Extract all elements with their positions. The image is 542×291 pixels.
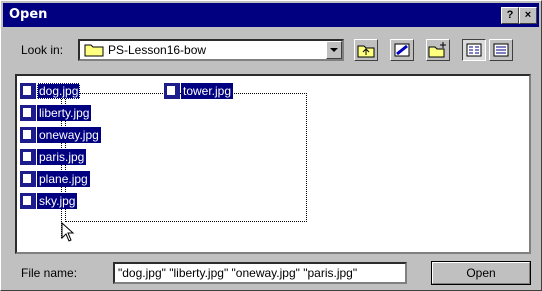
file-list[interactable]: dog.jpg liberty.jpg oneway.jpg paris.jpg… — [15, 74, 531, 254]
up-one-level-button[interactable] — [354, 39, 378, 61]
create-new-folder-button[interactable] — [426, 39, 450, 61]
file-name-label: File name: — [21, 266, 78, 280]
image-file-icon — [164, 83, 180, 99]
look-in-label: Look in: — [21, 43, 64, 57]
file-name: dog.jpg — [37, 83, 81, 99]
folder-icon — [84, 44, 104, 57]
open-button[interactable]: Open — [431, 261, 531, 285]
help-button[interactable]: ? — [501, 7, 519, 24]
image-file-icon — [20, 193, 36, 209]
details-view-button[interactable] — [489, 39, 513, 61]
file-name: liberty.jpg — [37, 105, 92, 121]
list-view-icon — [466, 43, 482, 57]
image-file-icon — [20, 127, 36, 143]
chevron-down-icon[interactable] — [326, 41, 342, 59]
up-folder-icon — [357, 45, 375, 58]
desktop-icon — [394, 43, 410, 57]
desktop-button[interactable] — [390, 39, 414, 61]
file-name: paris.jpg — [37, 149, 87, 165]
list-view-button[interactable] — [462, 39, 486, 61]
file-name: tower.jpg — [181, 83, 234, 99]
open-button-label: Open — [466, 266, 496, 280]
image-file-icon — [20, 105, 36, 121]
new-folder-icon — [428, 42, 446, 58]
image-file-icon — [20, 149, 36, 165]
title-bar: Open ? × — [3, 3, 539, 27]
file-name: oneway.jpg — [37, 127, 101, 143]
close-button[interactable]: × — [519, 7, 537, 24]
look-in-value: PS-Lesson16-bow — [108, 43, 207, 57]
arrow-cursor-icon — [61, 222, 75, 242]
open-dialog: Open ? × Look in: PS-Lesson16-bow dog.jp… — [0, 0, 542, 291]
file-name-input[interactable]: "dog.jpg" "liberty.jpg" "oneway.jpg" "pa… — [113, 262, 407, 284]
selection-marquee — [65, 93, 307, 222]
image-file-icon — [20, 171, 36, 187]
file-name: plane.jpg — [37, 171, 90, 187]
file-name: sky.jpg — [37, 193, 78, 209]
window-title: Open — [9, 7, 48, 22]
image-file-icon — [20, 83, 36, 99]
details-view-icon — [493, 43, 509, 57]
look-in-dropdown[interactable]: PS-Lesson16-bow — [78, 39, 344, 61]
